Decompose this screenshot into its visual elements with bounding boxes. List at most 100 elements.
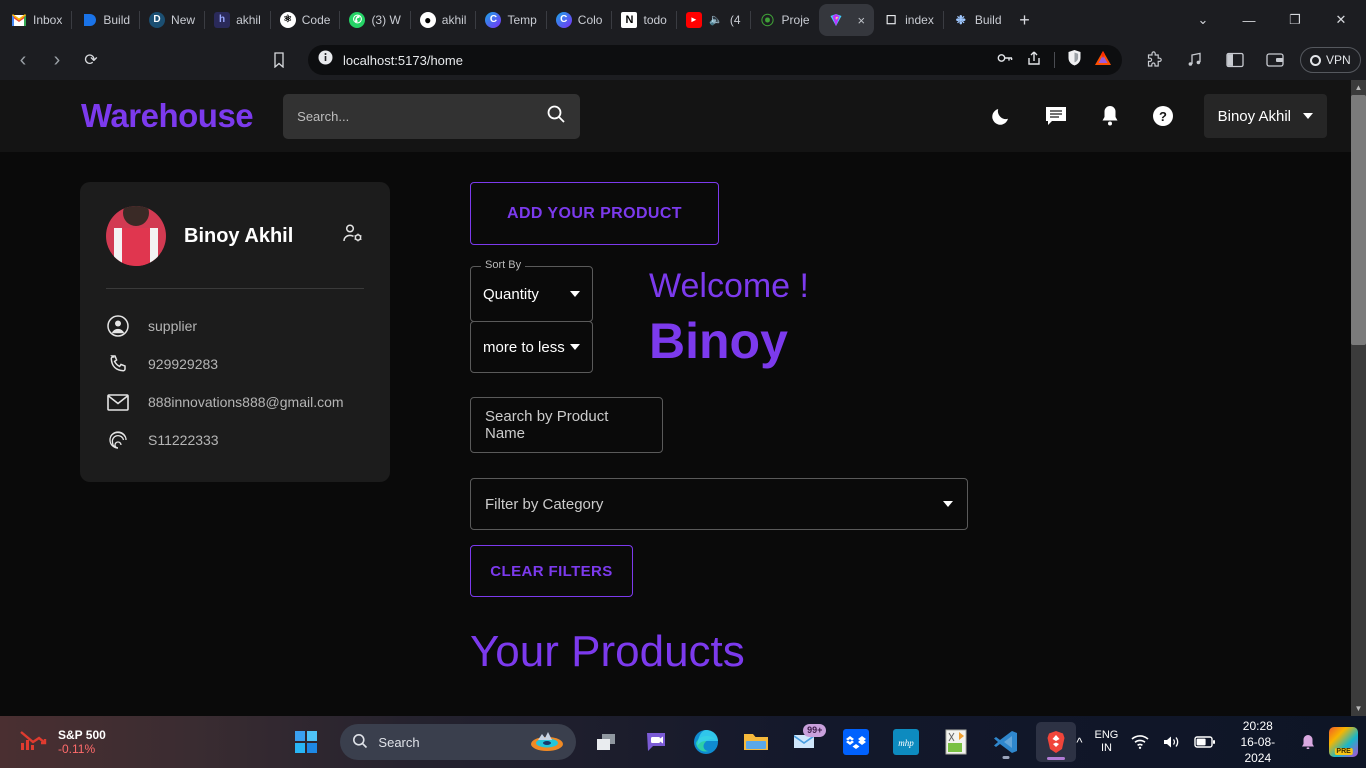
wallet-icon[interactable] xyxy=(1260,45,1290,75)
bat-triangle-icon[interactable] xyxy=(1094,50,1112,71)
global-search-placeholder: Search... xyxy=(297,109,538,124)
browser-tab[interactable]: D New xyxy=(140,4,204,36)
info-icon[interactable] xyxy=(318,50,333,70)
taskbar-buttons: Search 99+ mhp xyxy=(286,722,1076,762)
notifications-bell-icon[interactable] xyxy=(1299,733,1317,751)
dropbox-icon[interactable] xyxy=(836,722,876,762)
browser-tab-active[interactable]: × xyxy=(819,4,875,36)
warehouse-app: Warehouse Search... ? xyxy=(0,80,1351,716)
brave-shield-icon[interactable] xyxy=(1067,49,1082,71)
wifi-icon[interactable] xyxy=(1130,734,1150,750)
profile-row-email: 888innovations888@gmail.com xyxy=(106,383,364,421)
forward-button[interactable]: › xyxy=(42,45,72,75)
stock-widget[interactable]: S&P 500 -0.11% xyxy=(0,727,286,758)
dark-mode-icon[interactable] xyxy=(990,105,1012,127)
mhp-icon[interactable]: mhp xyxy=(886,722,926,762)
teams-icon[interactable] xyxy=(636,722,676,762)
avatar-stripe-right xyxy=(150,228,158,266)
github-icon: ● xyxy=(420,12,436,28)
scrollbar-thumb[interactable] xyxy=(1351,95,1366,345)
extensions-icon[interactable] xyxy=(1140,45,1170,75)
bookmark-icon[interactable] xyxy=(264,45,294,75)
browser-tab[interactable]: N todo xyxy=(612,4,675,36)
taskbar-search-input[interactable]: Search xyxy=(340,724,576,760)
back-button[interactable]: ‹ xyxy=(8,45,38,75)
scroll-down-arrow[interactable]: ▼ xyxy=(1351,701,1366,716)
address-bar[interactable]: localhost:5173/home xyxy=(308,45,1122,75)
manage-account-icon[interactable] xyxy=(342,223,364,250)
file-explorer-icon[interactable] xyxy=(736,722,776,762)
stock-change: -0.11% xyxy=(58,742,106,756)
browser-tab[interactable]: ● akhil xyxy=(411,4,476,36)
category-filter-select[interactable]: Filter by Category xyxy=(470,478,968,530)
help-icon[interactable]: ? xyxy=(1152,105,1174,127)
music-icon[interactable] xyxy=(1180,45,1210,75)
brave-icon[interactable] xyxy=(1036,722,1076,762)
phone-icon xyxy=(106,354,130,374)
youtube-icon: ► xyxy=(686,12,702,28)
notifications-icon[interactable] xyxy=(1100,105,1120,127)
sort-order-select[interactable]: more to less xyxy=(470,321,593,373)
browser-tab[interactable]: ⚛ Code xyxy=(271,4,340,36)
tray-overflow-button[interactable]: ^ xyxy=(1076,735,1082,750)
share-icon[interactable] xyxy=(1026,50,1042,71)
vscode-icon[interactable] xyxy=(986,722,1026,762)
copilot-landscape-icon[interactable] xyxy=(530,730,564,755)
browser-tab[interactable]: C Temp xyxy=(476,4,545,36)
profile-name: Binoy Akhil xyxy=(184,225,324,248)
battery-icon[interactable] xyxy=(1194,735,1216,749)
browser-tab[interactable]: ☐ index xyxy=(874,4,943,36)
browser-tab[interactable]: ► 🔈 (4 xyxy=(677,4,750,36)
browser-tab[interactable]: C Colo xyxy=(547,4,612,36)
excel-icon[interactable] xyxy=(936,722,976,762)
vpn-button[interactable]: VPN xyxy=(1300,47,1361,73)
sort-by-value: Quantity xyxy=(483,286,570,303)
tab-title: Code xyxy=(302,13,331,27)
browser-tab[interactable]: h akhil xyxy=(205,4,270,36)
browser-tab[interactable]: ❉ Build xyxy=(944,4,1011,36)
mongodb-icon: ⦿ xyxy=(760,12,776,28)
browser-tab[interactable]: Inbox xyxy=(2,4,71,36)
global-search-input[interactable]: Search... xyxy=(283,94,580,139)
messages-icon[interactable] xyxy=(1044,105,1068,127)
browser-tab[interactable]: Build xyxy=(72,4,139,36)
codepen-icon: C xyxy=(485,12,501,28)
dictionary-icon: D xyxy=(149,12,165,28)
key-icon[interactable] xyxy=(997,51,1014,70)
new-tab-button[interactable]: + xyxy=(1011,6,1039,34)
app-logo[interactable]: Warehouse xyxy=(81,97,253,135)
language-indicator[interactable]: ENG IN xyxy=(1095,729,1119,755)
clear-filters-button[interactable]: CLEAR FILTERS xyxy=(470,545,633,597)
browser-tab[interactable]: ⦿ Proje xyxy=(751,4,819,36)
scroll-up-arrow[interactable]: ▲ xyxy=(1351,80,1366,95)
browser-tab[interactable]: ✆ (3) W xyxy=(340,4,409,36)
volume-icon[interactable] xyxy=(1162,734,1182,750)
close-window-button[interactable]: ✕ xyxy=(1318,4,1364,36)
chevron-down-icon xyxy=(1303,113,1313,119)
tab-title: New xyxy=(171,13,195,27)
sort-and-welcome-row: Sort By Quantity more to less Welcome ! … xyxy=(470,245,968,373)
reload-button[interactable]: ⟳ xyxy=(76,45,106,75)
sort-by-select[interactable]: Sort By Quantity xyxy=(470,266,593,322)
office-pre-icon[interactable]: PRE xyxy=(1329,727,1358,757)
profile-divider xyxy=(106,288,364,289)
sidebar-icon[interactable] xyxy=(1220,45,1250,75)
edge-icon[interactable] xyxy=(686,722,726,762)
page-scrollbar[interactable]: ▲ ▼ xyxy=(1351,80,1366,716)
mail-icon[interactable]: 99+ xyxy=(786,722,826,762)
add-product-button[interactable]: ADD YOUR PRODUCT xyxy=(470,182,719,245)
task-view-icon[interactable] xyxy=(586,722,626,762)
clock[interactable]: 20:28 16-08-2024 xyxy=(1228,718,1287,766)
profile-id-value: S11222333 xyxy=(148,432,219,448)
product-search-input[interactable]: Search by Product Name xyxy=(470,397,663,453)
fingerprint-icon xyxy=(106,429,130,451)
tab-audio-icon[interactable]: 🔈 xyxy=(708,12,724,28)
search-icon[interactable] xyxy=(546,104,566,129)
user-menu-button[interactable]: Binoy Akhil xyxy=(1204,94,1327,138)
tab-close-icon[interactable]: × xyxy=(858,13,866,28)
mail-badge: 99+ xyxy=(803,724,826,737)
tab-search-button[interactable]: ⌄ xyxy=(1180,4,1226,36)
minimize-button[interactable]: — xyxy=(1226,4,1272,36)
maximize-button[interactable]: ❐ xyxy=(1272,4,1318,36)
windows-start-icon[interactable] xyxy=(286,722,326,762)
